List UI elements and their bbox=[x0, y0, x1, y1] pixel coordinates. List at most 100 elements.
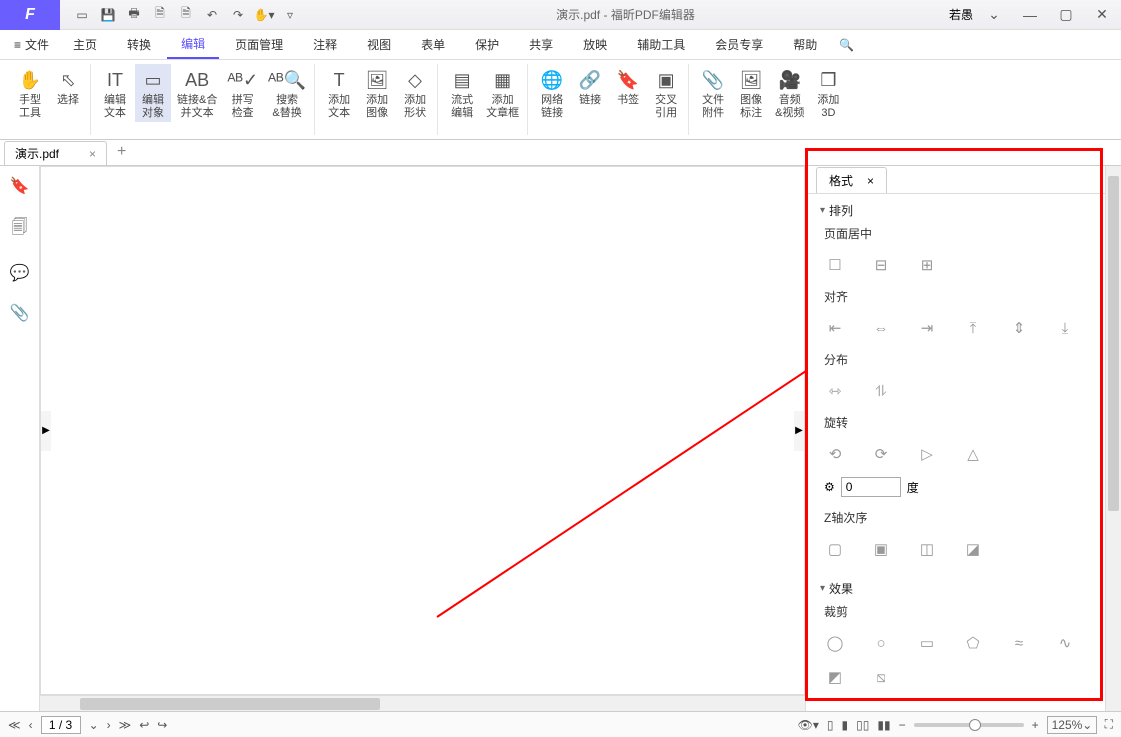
hscroll-thumb[interactable] bbox=[80, 698, 380, 710]
crop-ellipse-icon[interactable]: ◯ bbox=[824, 632, 846, 654]
last-page-icon[interactable]: ≫ bbox=[119, 718, 132, 732]
section-arrange[interactable]: 排列 bbox=[820, 202, 1091, 219]
distribute-v-icon[interactable]: ⥮ bbox=[870, 380, 892, 402]
menu-help[interactable]: 帮助 bbox=[779, 30, 831, 59]
crossref-button[interactable]: ▣交叉 引用 bbox=[648, 64, 684, 122]
zoom-thumb[interactable] bbox=[969, 719, 981, 731]
edit-text-button[interactable]: ΙT编辑 文本 bbox=[97, 64, 133, 122]
section-effect[interactable]: 效果 bbox=[820, 580, 1091, 597]
hand-icon[interactable]: ✋▾ bbox=[252, 3, 276, 27]
readmode-icon[interactable]: 👁▾ bbox=[798, 718, 819, 732]
send-back-icon[interactable]: ◪ bbox=[962, 538, 984, 560]
add3d-button[interactable]: ❒添加 3D bbox=[810, 64, 846, 122]
av-button[interactable]: 🎥音频 &视频 bbox=[771, 64, 808, 122]
menu-convert[interactable]: 转换 bbox=[113, 30, 165, 59]
center-v-icon[interactable]: ⊟ bbox=[870, 254, 892, 276]
fullscreen-icon[interactable]: ⛶ bbox=[1105, 717, 1113, 732]
menu-home[interactable]: 主页 bbox=[59, 30, 111, 59]
file-menu[interactable]: ≡ 文件 bbox=[6, 30, 57, 59]
add-shape-button[interactable]: ◇添加 形状 bbox=[397, 64, 433, 122]
align-bottom-icon[interactable]: ⤓ bbox=[1054, 317, 1076, 339]
panel-tab-format[interactable]: 格式 × bbox=[816, 167, 887, 193]
distribute-h-icon[interactable]: ⇿ bbox=[824, 380, 846, 402]
add-text-button[interactable]: T添加 文本 bbox=[321, 64, 357, 122]
undo-icon[interactable]: ↶ bbox=[200, 3, 224, 27]
horizontal-scrollbar[interactable] bbox=[40, 695, 805, 711]
page-number-input[interactable] bbox=[41, 716, 81, 734]
maximize-button[interactable]: ▢ bbox=[1051, 3, 1081, 27]
menu-annotate[interactable]: 注释 bbox=[299, 30, 351, 59]
center-both-icon[interactable]: ⊞ bbox=[916, 254, 938, 276]
menu-view[interactable]: 视图 bbox=[353, 30, 405, 59]
next-page-icon[interactable]: › bbox=[107, 718, 111, 732]
spellcheck-button[interactable]: ᴬᴮ✓拼写 检查 bbox=[223, 64, 262, 122]
collapse-right-icon[interactable]: ▶ bbox=[794, 411, 804, 451]
crop-polygon-icon[interactable]: ⬠ bbox=[962, 632, 984, 654]
imgmark-button[interactable]: 🖼图像 标注 bbox=[733, 64, 769, 122]
print-icon[interactable]: 🖶 bbox=[122, 3, 146, 27]
crop-rect-icon[interactable]: ▭ bbox=[916, 632, 938, 654]
align-middle-icon[interactable]: ⇕ bbox=[1008, 317, 1030, 339]
menu-present[interactable]: 放映 bbox=[569, 30, 621, 59]
crop-remove-icon[interactable]: ⧅ bbox=[870, 666, 892, 688]
bookmark-panel-icon[interactable]: 🔖 bbox=[10, 176, 30, 196]
flip-v-icon[interactable]: △ bbox=[962, 443, 984, 465]
close-panel-icon[interactable]: × bbox=[867, 174, 874, 188]
link-merge-button[interactable]: AB链接&合 并文本 bbox=[173, 64, 221, 122]
flow-edit-button[interactable]: ▤流式 编辑 bbox=[444, 64, 480, 122]
gear-icon[interactable]: ⚙ bbox=[824, 480, 835, 494]
document-tab[interactable]: 演示.pdf × bbox=[4, 141, 107, 165]
bring-front-icon[interactable]: ▢ bbox=[824, 538, 846, 560]
close-tab-icon[interactable]: × bbox=[89, 147, 96, 161]
nav-fwd-icon[interactable]: ↪ bbox=[157, 718, 167, 732]
menu-protect[interactable]: 保护 bbox=[461, 30, 513, 59]
doc1-icon[interactable]: 🗎 bbox=[148, 3, 172, 27]
crop-circle-icon[interactable]: ○ bbox=[870, 632, 892, 654]
bookmark-button[interactable]: 🔖书签 bbox=[610, 64, 646, 109]
zoom-in-icon[interactable]: + bbox=[1032, 718, 1039, 732]
vscroll-thumb[interactable] bbox=[1108, 176, 1119, 511]
zoom-out-icon[interactable]: − bbox=[899, 718, 906, 732]
menu-page[interactable]: 页面管理 bbox=[221, 30, 297, 59]
attachments-panel-icon[interactable]: 📎 bbox=[10, 303, 30, 323]
save-icon[interactable]: 💾 bbox=[96, 3, 120, 27]
edit-object-button[interactable]: ▭编辑 对象 bbox=[135, 64, 171, 122]
add-article-button[interactable]: ▦添加 文章框 bbox=[482, 64, 523, 122]
crop-cloud-icon[interactable]: ≈ bbox=[1008, 632, 1030, 654]
send-backward-icon[interactable]: ◫ bbox=[916, 538, 938, 560]
nav-back-icon[interactable]: ↩ bbox=[139, 718, 149, 732]
zoom-slider[interactable] bbox=[914, 723, 1024, 727]
align-center-h-icon[interactable]: ⇔ bbox=[870, 317, 892, 339]
view-single-icon[interactable]: ▯ bbox=[827, 718, 834, 732]
menu-member[interactable]: 会员专享 bbox=[701, 30, 777, 59]
prev-page-icon[interactable]: ‹ bbox=[29, 718, 33, 732]
add-tab-button[interactable]: + bbox=[117, 143, 126, 165]
user-dropdown-icon[interactable]: ⌄ bbox=[979, 3, 1009, 27]
zoom-value-box[interactable]: 125%⌄ bbox=[1047, 716, 1097, 734]
user-name[interactable]: 若愚 bbox=[949, 6, 973, 23]
flip-h-icon[interactable]: ▷ bbox=[916, 443, 938, 465]
link-button[interactable]: 🔗链接 bbox=[572, 64, 608, 109]
minimize-button[interactable]: ― bbox=[1015, 3, 1045, 27]
center-h-icon[interactable]: ☐ bbox=[824, 254, 846, 276]
select-tool-button[interactable]: ⬁选择 bbox=[50, 64, 86, 109]
vertical-scrollbar[interactable] bbox=[1105, 166, 1121, 711]
align-top-icon[interactable]: ⤒ bbox=[962, 317, 984, 339]
menu-accessibility[interactable]: 辅助工具 bbox=[623, 30, 699, 59]
view-facing-icon[interactable]: ▯▯ bbox=[856, 718, 869, 732]
menu-form[interactable]: 表单 bbox=[407, 30, 459, 59]
menu-share[interactable]: 共享 bbox=[515, 30, 567, 59]
weblink-button[interactable]: 🌐网络 链接 bbox=[534, 64, 570, 122]
open-icon[interactable]: ▭ bbox=[70, 3, 94, 27]
add-image-button[interactable]: 🖼添加 图像 bbox=[359, 64, 395, 122]
align-right-icon[interactable]: ⇥ bbox=[916, 317, 938, 339]
rotate-degree-input[interactable] bbox=[841, 477, 901, 497]
collapse-left-icon[interactable]: ▶ bbox=[41, 411, 51, 451]
view-cont-icon[interactable]: ▮ bbox=[842, 718, 849, 732]
redo-icon[interactable]: ↷ bbox=[226, 3, 250, 27]
align-left-icon[interactable]: ⇤ bbox=[824, 317, 846, 339]
page-canvas[interactable]: ▶ ▶ bbox=[40, 166, 805, 695]
pages-panel-icon[interactable]: 🗐 bbox=[12, 216, 28, 243]
attach-button[interactable]: 📎文件 附件 bbox=[695, 64, 731, 122]
view-contfacing-icon[interactable]: ▮▮ bbox=[877, 718, 890, 732]
